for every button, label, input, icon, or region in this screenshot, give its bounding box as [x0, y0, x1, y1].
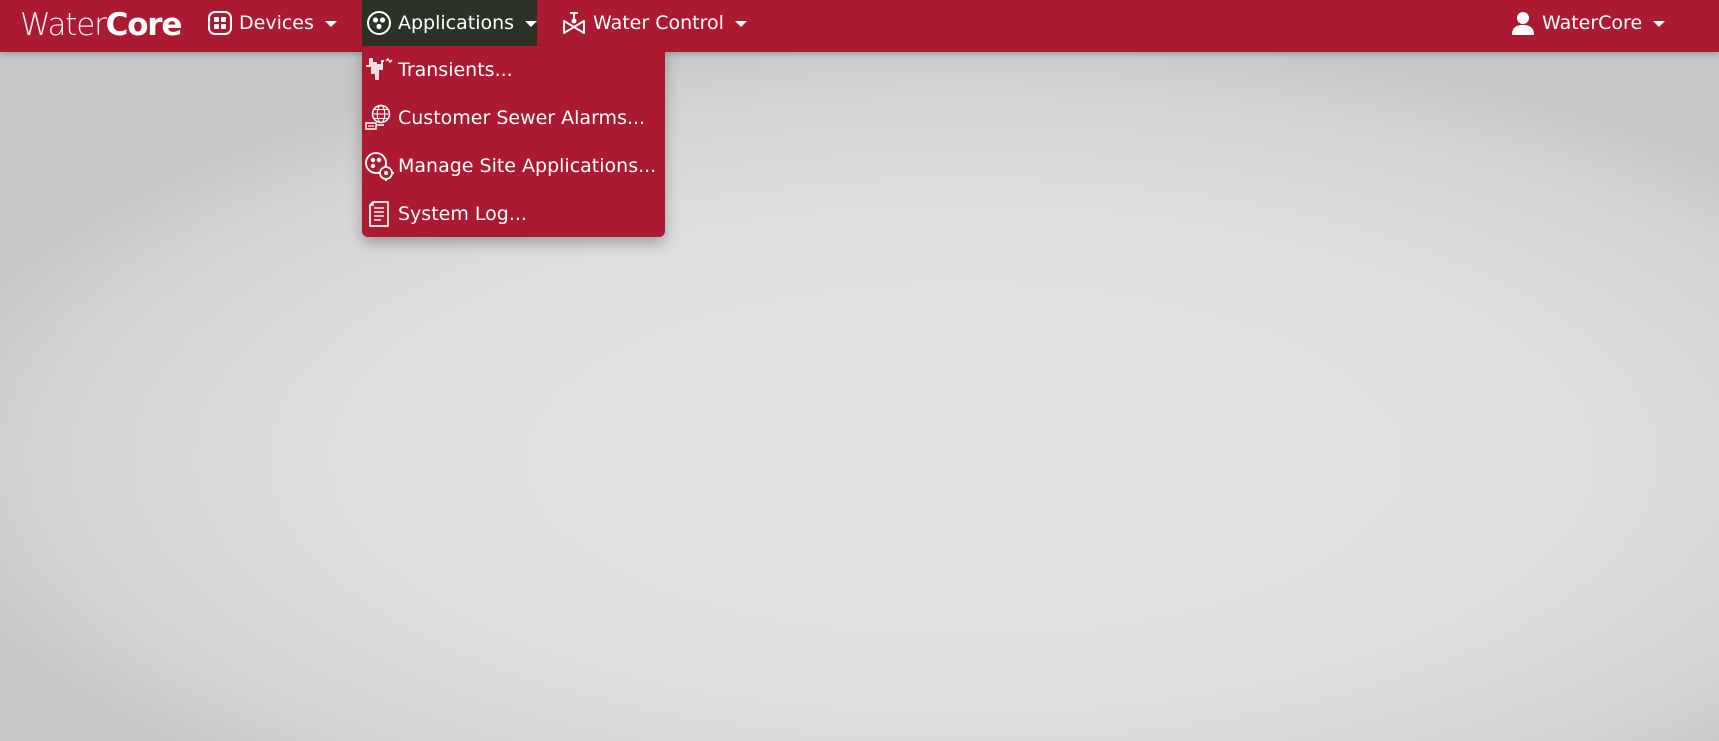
- menu-item-system-log[interactable]: System Log...: [362, 192, 665, 236]
- devices-grid-icon: [207, 10, 233, 36]
- menu-item-system-log-label: System Log...: [398, 203, 527, 225]
- chevron-down-icon: [324, 20, 337, 27]
- nav-water-control-label: Water Control: [593, 12, 724, 34]
- nav-devices-label: Devices: [239, 12, 314, 34]
- menu-item-manage-site-applications-label: Manage Site Applications...: [398, 155, 657, 177]
- brand-logo-light-text: Water: [20, 7, 107, 43]
- brand-logo-bold-text: Core: [105, 7, 183, 43]
- applications-circle-icon: [366, 10, 392, 36]
- nav-applications-dropdown[interactable]: Applications: [362, 0, 538, 46]
- top-navbar: Water Core Devices Applications Water Co…: [0, 0, 1719, 52]
- nav-devices-dropdown[interactable]: Devices: [207, 0, 337, 46]
- menu-item-transients-label: Transients...: [398, 59, 513, 81]
- manage-applications-gear-icon: [364, 151, 394, 181]
- valve-icon: [561, 10, 587, 36]
- transients-waveform-icon: [364, 55, 394, 85]
- sewer-alarm-globe-icon: [364, 103, 394, 133]
- nav-water-control-dropdown[interactable]: Water Control: [561, 0, 747, 46]
- menu-item-transients[interactable]: Transients...: [362, 48, 665, 92]
- nav-applications-label: Applications: [398, 12, 515, 34]
- nav-user-dropdown[interactable]: WaterCore: [1510, 0, 1666, 46]
- page-background: [0, 0, 1719, 741]
- menu-item-customer-sewer-alarms-label: Customer Sewer Alarms...: [398, 107, 646, 129]
- user-icon: [1510, 10, 1536, 36]
- system-log-document-icon: [364, 199, 394, 229]
- chevron-down-icon: [1653, 20, 1666, 27]
- applications-dropdown-menu: Transients... Customer Sewer Alarms... M…: [362, 46, 665, 237]
- chevron-down-icon: [734, 20, 747, 27]
- chevron-down-icon: [525, 20, 538, 27]
- nav-user-label: WaterCore: [1542, 12, 1643, 34]
- menu-item-manage-site-applications[interactable]: Manage Site Applications...: [362, 144, 665, 188]
- brand-logo[interactable]: Water Core: [20, 5, 183, 45]
- menu-item-customer-sewer-alarms[interactable]: Customer Sewer Alarms...: [362, 96, 665, 140]
